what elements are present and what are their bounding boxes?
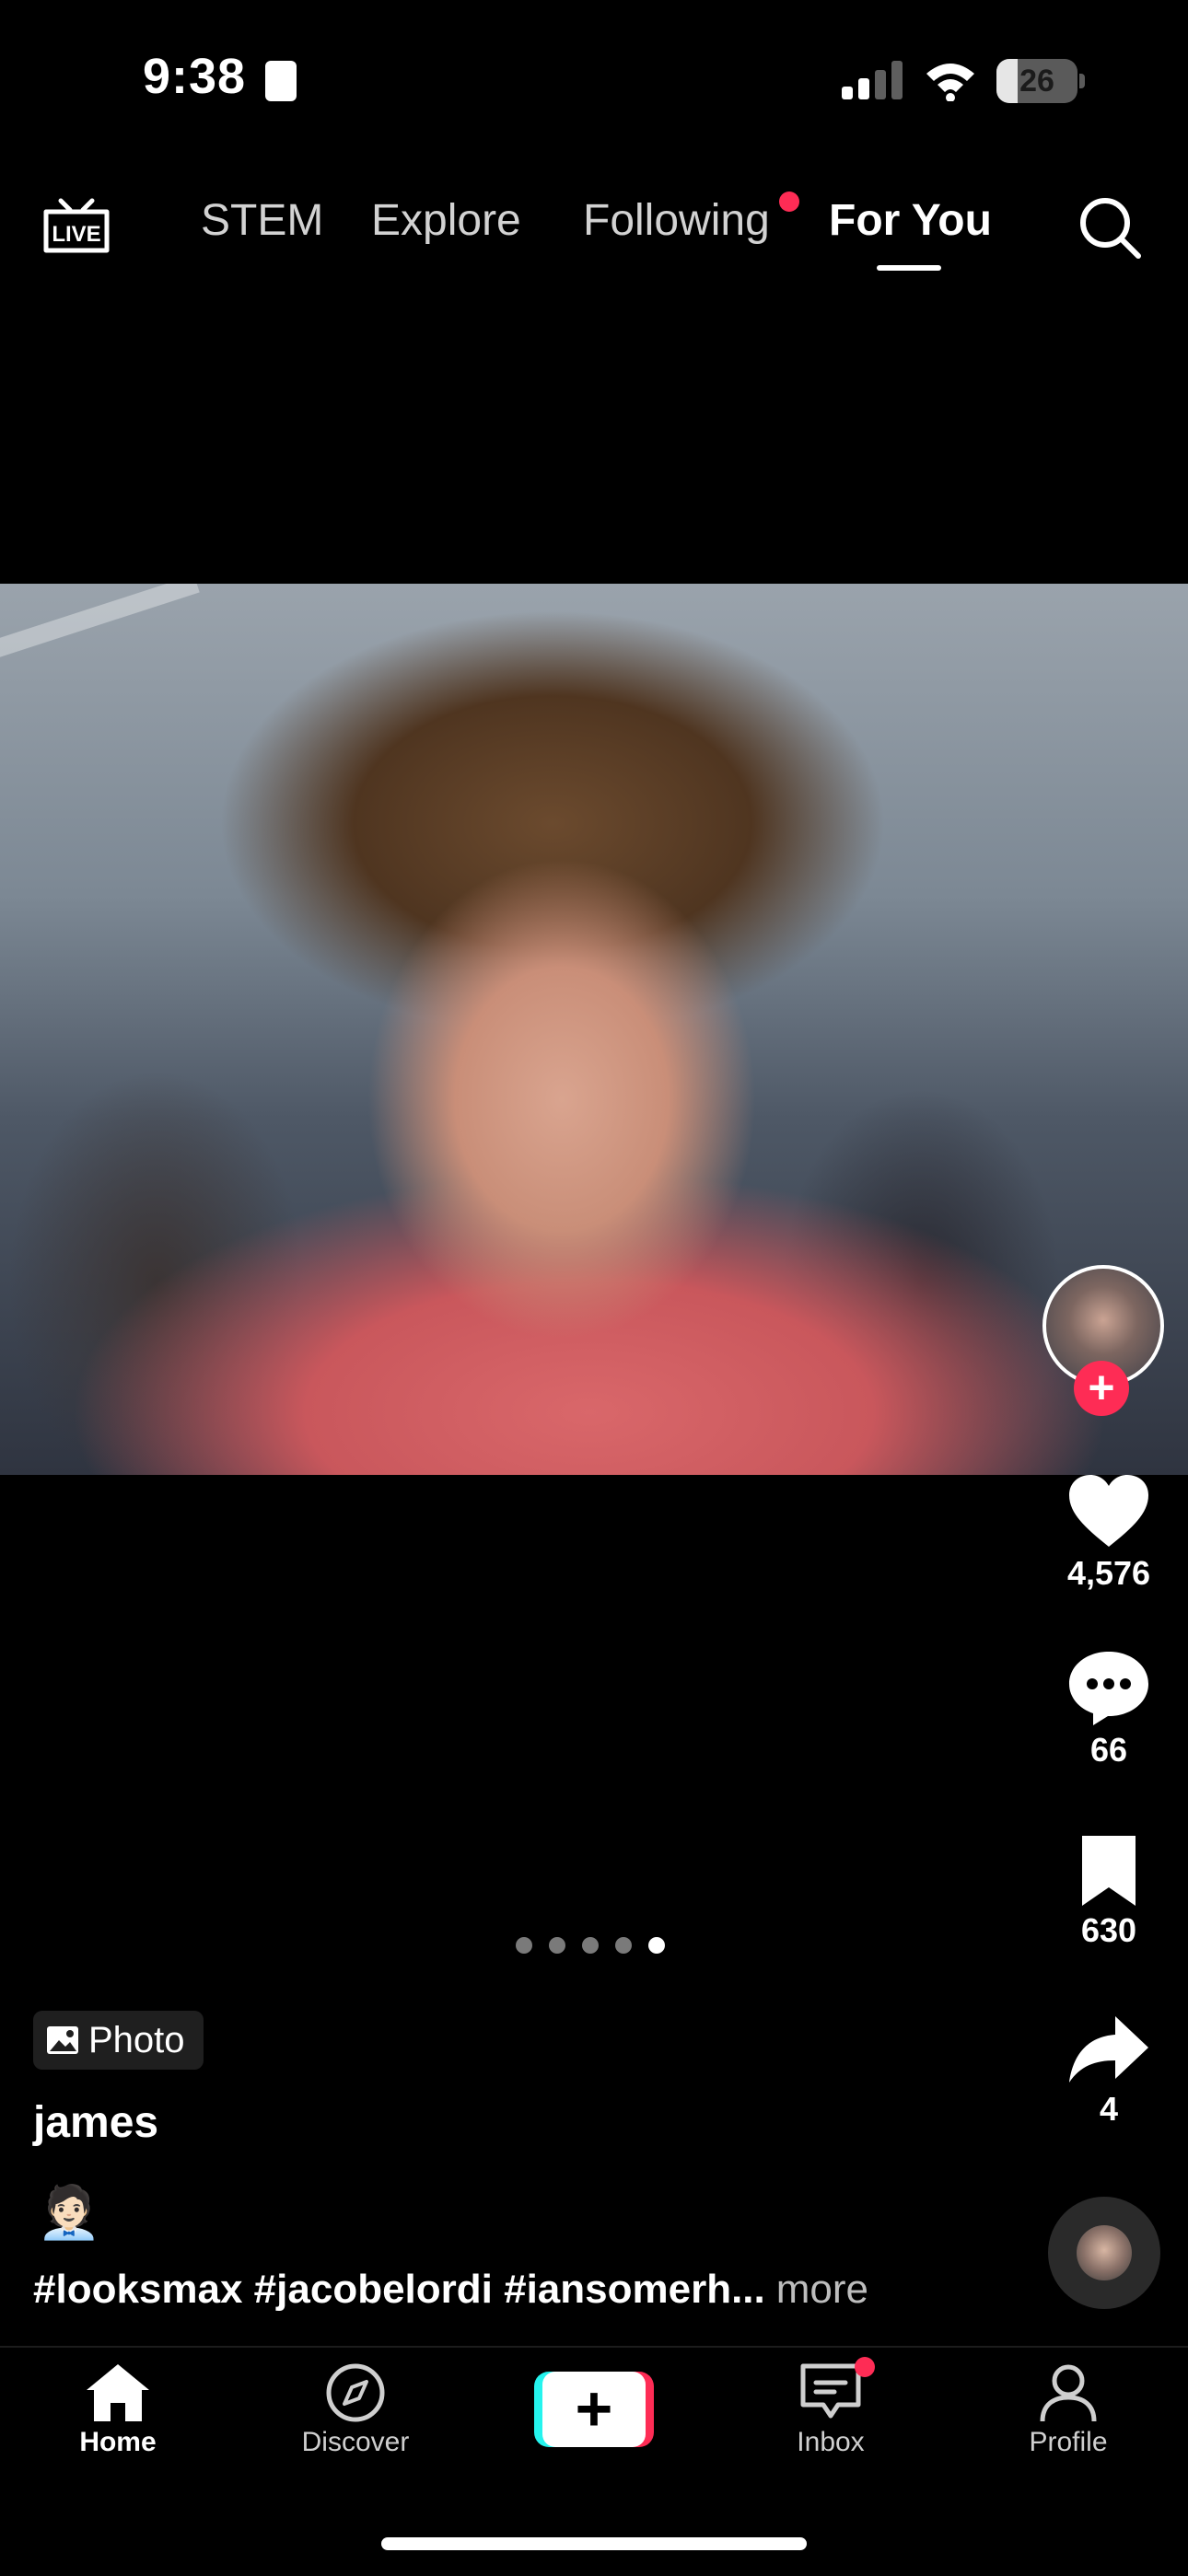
share-arrow-icon xyxy=(1069,2016,1148,2083)
hashtags-text[interactable]: #looksmax #jacobelordi #iansomerh... xyxy=(33,2267,765,2312)
caption-hashtags: #looksmax #jacobelordi #iansomerh... more xyxy=(33,2267,868,2313)
photo-type-label: Photo xyxy=(88,2019,185,2060)
comment-bubble-icon xyxy=(1069,1652,1148,1725)
sound-avatar xyxy=(1077,2225,1132,2280)
cellular-signal-icon xyxy=(842,61,903,99)
tab-discover-label: Discover xyxy=(301,2427,410,2457)
following-notification-dot xyxy=(779,191,799,212)
caption-more-link[interactable]: more xyxy=(776,2267,868,2312)
caption-emoji: 🧑🏻‍💼 xyxy=(37,2183,101,2241)
bookmark-icon xyxy=(1082,1836,1136,1906)
comment-button[interactable]: 66 xyxy=(1054,1650,1164,1770)
live-tv-icon[interactable]: LIVE xyxy=(41,188,112,256)
post-username[interactable]: james xyxy=(33,2097,158,2148)
tab-following[interactable]: Following xyxy=(583,195,770,246)
sound-disc[interactable] xyxy=(1048,2197,1160,2309)
tab-profile[interactable]: Profile xyxy=(976,2362,1160,2458)
post-photo[interactable] xyxy=(0,584,1188,1475)
status-time: 9:38 xyxy=(143,49,247,104)
home-indicator[interactable] xyxy=(381,2537,807,2550)
tab-profile-label: Profile xyxy=(1029,2427,1108,2457)
inbox-notification-dot xyxy=(855,2357,875,2377)
photo-type-chip: Photo xyxy=(33,2011,204,2070)
tab-home-label: Home xyxy=(79,2427,157,2457)
contact-card-icon xyxy=(265,61,297,101)
tab-explore[interactable]: Explore xyxy=(371,195,521,246)
save-button[interactable]: 630 xyxy=(1054,1834,1164,1950)
tab-discover[interactable]: Discover xyxy=(263,2362,448,2458)
active-tab-underline xyxy=(877,265,941,271)
tab-stem[interactable]: STEM xyxy=(201,195,323,246)
page-dot xyxy=(516,1937,532,1954)
tab-inbox[interactable]: Inbox xyxy=(739,2362,923,2458)
like-button[interactable]: 4,576 xyxy=(1054,1473,1164,1593)
profile-icon xyxy=(1040,2364,1097,2422)
page-dot xyxy=(582,1937,599,1954)
inbox-icon xyxy=(800,2363,861,2419)
page-dot xyxy=(549,1937,565,1954)
wifi-icon xyxy=(926,64,974,101)
create-button[interactable]: + xyxy=(534,2372,654,2447)
battery-level: 26 xyxy=(1019,64,1054,99)
follow-plus-button[interactable]: + xyxy=(1074,1361,1129,1416)
battery-indicator: 26 xyxy=(996,59,1085,103)
page-dot xyxy=(615,1937,632,1954)
page-dot xyxy=(648,1937,665,1954)
create-plus-icon: + xyxy=(542,2372,646,2447)
search-icon[interactable] xyxy=(1076,193,1144,261)
photo-page-indicator xyxy=(516,1937,665,1959)
tab-home[interactable]: Home xyxy=(26,2362,210,2458)
tab-for-you[interactable]: For You xyxy=(829,195,992,246)
compass-icon xyxy=(326,2363,385,2422)
share-button[interactable]: 4 xyxy=(1054,2013,1164,2129)
comment-count: 66 xyxy=(1089,1731,1128,1769)
photo-icon xyxy=(47,2026,78,2054)
heart-icon xyxy=(1069,1475,1148,1547)
share-count: 4 xyxy=(1099,2090,1119,2128)
tab-inbox-label: Inbox xyxy=(797,2427,865,2457)
home-icon xyxy=(87,2364,149,2421)
save-count: 630 xyxy=(1080,1911,1137,1949)
live-label: LIVE xyxy=(52,222,100,247)
like-count: 4,576 xyxy=(1066,1554,1151,1592)
